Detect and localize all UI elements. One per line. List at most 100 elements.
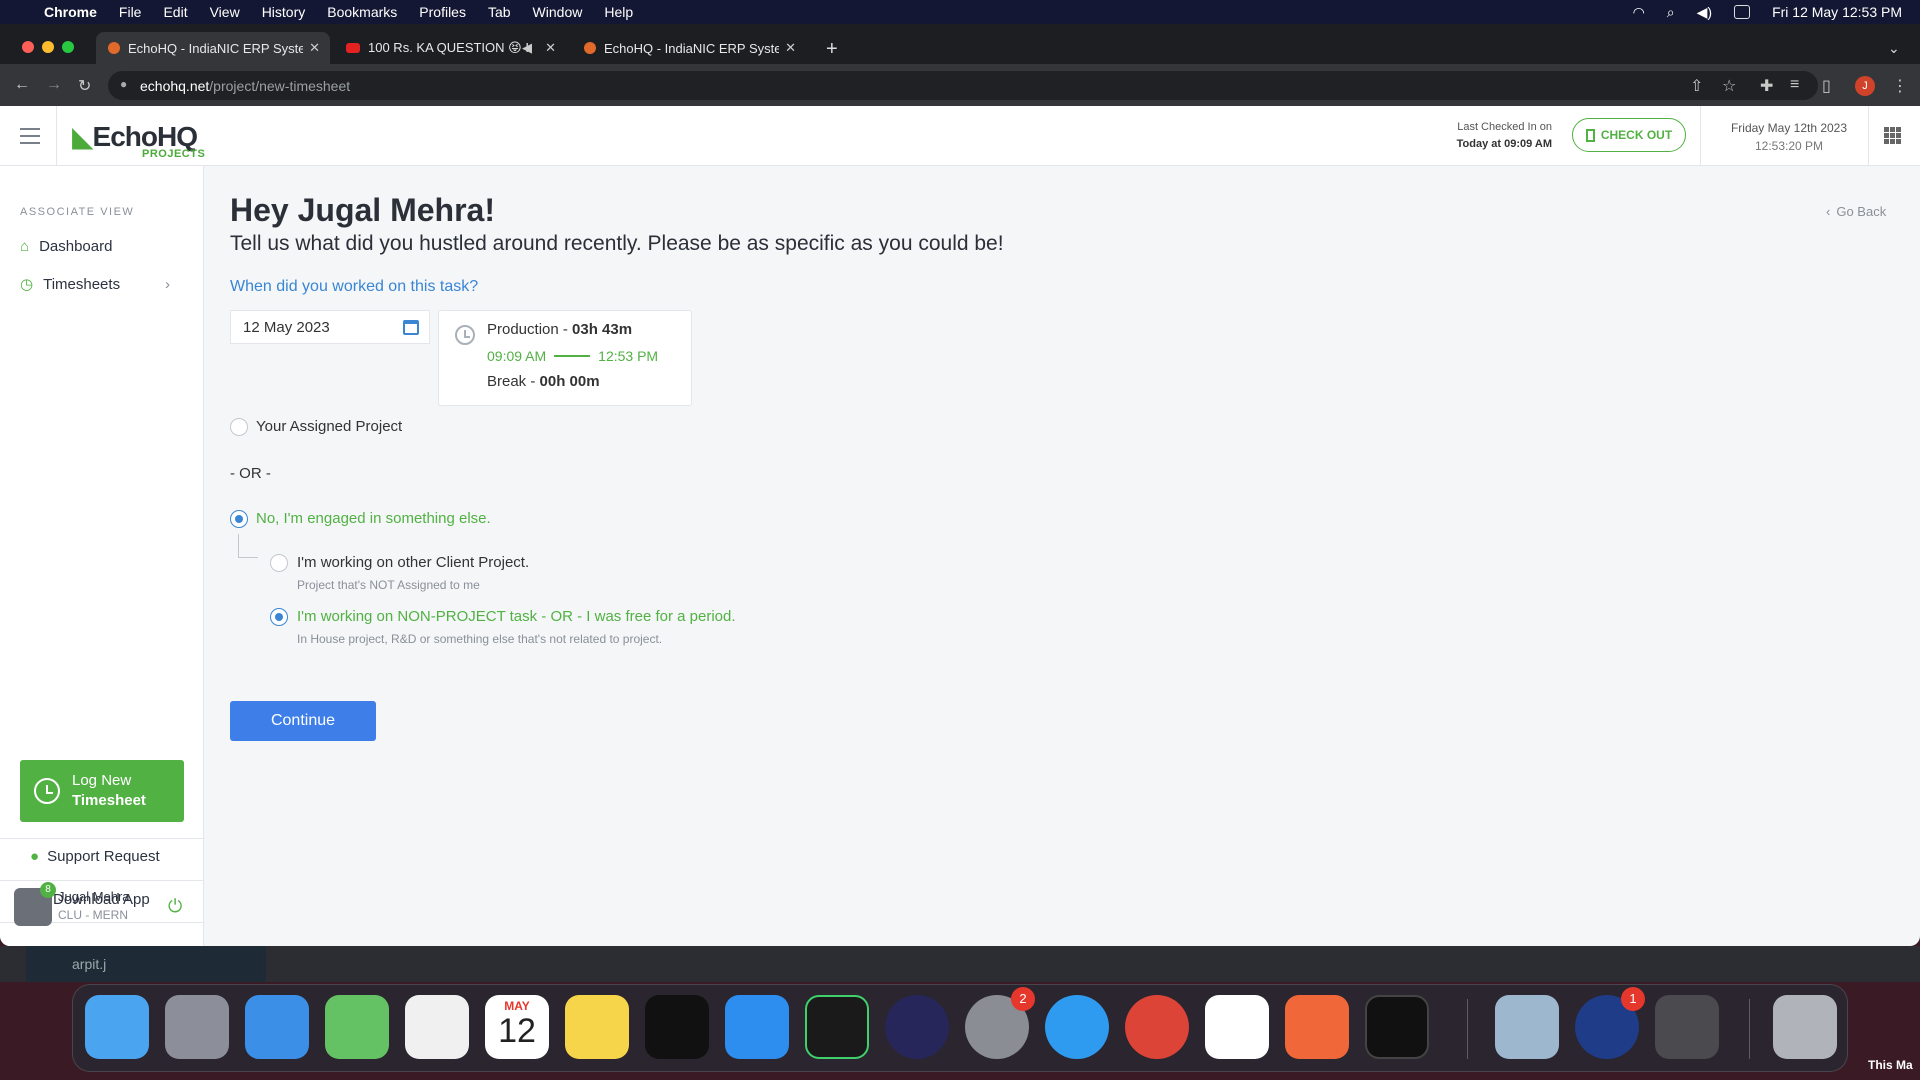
mail-icon[interactable] <box>245 995 309 1059</box>
volume-icon[interactable]: ◀) <box>1697 4 1712 21</box>
back-icon[interactable]: ← <box>14 76 30 94</box>
extensions-icon[interactable]: ✚ <box>1760 76 1773 96</box>
something-else-label[interactable]: No, I'm engaged in something else. <box>256 510 491 527</box>
mute-tab-icon[interactable]: ◀ <box>522 40 532 56</box>
something-else-radio[interactable] <box>230 510 248 528</box>
browser-tab-3[interactable]: EchoHQ - IndiaNIC ERP System ✕ <box>572 32 806 64</box>
date-input[interactable]: 12 May 2023 <box>230 310 430 344</box>
non-project-task-label[interactable]: I'm working on NON-PROJECT task - OR - I… <box>297 608 736 625</box>
chevron-right-icon: › <box>165 275 170 293</box>
photos-icon[interactable] <box>405 995 469 1059</box>
menu-clock[interactable]: Fri 12 May 12:53 PM <box>1772 4 1902 20</box>
sidebar-item-label: Timesheets <box>43 275 121 293</box>
sidebar-item-timesheets[interactable]: ◷ Timesheets › <box>20 275 170 294</box>
menu-file[interactable]: File <box>119 4 142 20</box>
bookmark-star-icon[interactable]: ☆ <box>1722 76 1736 96</box>
chrome-menu-icon[interactable]: ⋮ <box>1892 76 1908 96</box>
close-tab-icon[interactable]: ✕ <box>309 40 320 56</box>
last-checked-label: Last Checked In on <box>1457 121 1552 133</box>
safari-icon[interactable] <box>1045 995 1109 1059</box>
menu-profiles[interactable]: Profiles <box>419 4 466 20</box>
new-tab-button[interactable]: + <box>826 38 838 61</box>
launchpad-icon[interactable] <box>165 995 229 1059</box>
reload-icon[interactable]: ↻ <box>78 76 91 96</box>
assigned-project-label[interactable]: Your Assigned Project <box>256 418 402 435</box>
break-value: 00h 00m <box>539 373 600 390</box>
menu-help[interactable]: Help <box>604 4 633 20</box>
sidebar: ASSOCIATE VIEW ⌂ Dashboard ◷ Timesheets … <box>0 166 204 946</box>
user-role: CLU - MERN <box>58 908 129 922</box>
production-row: Production - 03h 43m <box>487 321 632 338</box>
forward-icon[interactable]: → <box>46 76 62 94</box>
close-tab-icon[interactable]: ✕ <box>545 40 556 56</box>
app-icon[interactable]: 1 <box>1575 987 1645 1059</box>
share-icon[interactable]: ⇧ <box>1690 76 1703 96</box>
log-new-timesheet-button[interactable]: Log New Timesheet <box>20 760 184 822</box>
close-tab-icon[interactable]: ✕ <box>785 40 796 56</box>
go-back-link[interactable]: ‹ Go Back <box>1826 204 1886 219</box>
browser-tab-2[interactable]: 100 Rs. KA QUESTION 😝 I ◀ ✕ <box>334 32 566 64</box>
check-out-button[interactable]: CHECK OUT <box>1572 118 1686 152</box>
eclipse-icon[interactable] <box>885 995 949 1059</box>
sidebar-item-dashboard[interactable]: ⌂ Dashboard <box>20 238 112 255</box>
tree-connector <box>238 534 258 558</box>
hamburger-menu-icon[interactable] <box>20 128 40 144</box>
non-project-task-radio[interactable] <box>270 608 288 626</box>
menu-edit[interactable]: Edit <box>163 4 187 20</box>
finder-icon[interactable] <box>85 995 149 1059</box>
menu-chrome[interactable]: Chrome <box>44 4 97 20</box>
postman-icon[interactable] <box>1285 995 1349 1059</box>
tab-search-icon[interactable]: ⌄ <box>1888 40 1900 57</box>
search-icon[interactable]: ⌕ <box>1667 4 1675 21</box>
mongodb-icon[interactable] <box>1205 995 1269 1059</box>
maximize-window-button[interactable] <box>62 41 74 53</box>
echohq-favicon <box>584 42 596 54</box>
continue-button[interactable]: Continue <box>230 701 376 741</box>
menu-bookmarks[interactable]: Bookmarks <box>327 4 397 20</box>
apps-grid-icon[interactable] <box>1884 127 1901 144</box>
start-time: 09:09 AM <box>487 348 547 364</box>
other-client-project-radio[interactable] <box>270 554 288 572</box>
address-bar[interactable]: ● echohq.net/project/new-timesheet <box>108 71 1818 100</box>
door-icon <box>1585 128 1595 142</box>
side-panel-icon[interactable]: ▯ <box>1822 76 1831 96</box>
calculator-icon[interactable] <box>1655 995 1719 1059</box>
production-label: Production - <box>487 321 573 338</box>
browser-tab-1[interactable]: EchoHQ - IndiaNIC ERP System ✕ <box>96 32 330 64</box>
audio-app-icon[interactable] <box>805 995 869 1059</box>
echohq-logo[interactable]: ◣EchoHQ PROJECTS <box>72 120 205 160</box>
tab-title: 100 Rs. KA QUESTION 😝 I <box>368 40 528 55</box>
calendar-app-icon[interactable]: MAY 12 <box>485 995 549 1059</box>
terminal-icon[interactable] <box>1365 995 1429 1059</box>
notification-badge: 8 <box>40 882 56 898</box>
close-window-button[interactable] <box>22 41 34 53</box>
system-settings-icon[interactable]: 2 <box>965 987 1035 1059</box>
app-store-icon[interactable] <box>725 995 789 1059</box>
minimize-window-button[interactable] <box>42 41 54 53</box>
support-request-link[interactable]: ● Support Request <box>30 848 160 865</box>
profile-avatar[interactable]: J <box>1855 76 1875 96</box>
wifi-icon[interactable]: ◠ <box>1633 4 1645 21</box>
calendar-month: MAY <box>504 999 530 1013</box>
dock-divider <box>1749 999 1750 1059</box>
mac-dock: MAY 12 2 1 <box>72 984 1848 1072</box>
control-center-icon[interactable] <box>1734 5 1751 19</box>
menu-tab[interactable]: Tab <box>488 4 511 20</box>
maps-icon[interactable] <box>325 995 389 1059</box>
menu-history[interactable]: History <box>262 4 306 20</box>
preview-icon[interactable] <box>1495 995 1559 1059</box>
assigned-project-radio[interactable] <box>230 418 248 436</box>
divider <box>0 880 204 881</box>
menu-window[interactable]: Window <box>533 4 583 20</box>
notes-icon[interactable] <box>565 995 629 1059</box>
reading-list-icon[interactable]: ≡ <box>1790 76 1799 94</box>
apple-tv-icon[interactable] <box>645 995 709 1059</box>
menu-view[interactable]: View <box>210 4 240 20</box>
power-icon[interactable]: ⏻ <box>168 896 182 917</box>
calendar-icon[interactable] <box>403 320 419 335</box>
desktop-item-label[interactable]: This Ma <box>1868 1058 1913 1072</box>
chrome-icon[interactable] <box>1125 995 1189 1059</box>
trash-icon[interactable] <box>1773 995 1837 1059</box>
other-client-project-label[interactable]: I'm working on other Client Project. <box>297 554 529 571</box>
background-window-tab[interactable]: arpit.j <box>26 946 266 982</box>
